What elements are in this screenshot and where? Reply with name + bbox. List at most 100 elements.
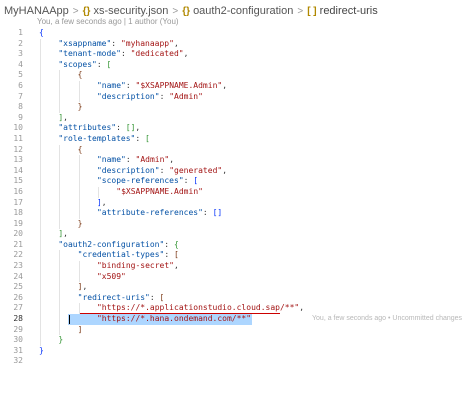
code-text[interactable]: "tenant-mode": "dedicated", (39, 49, 188, 60)
code-text[interactable]: } (39, 102, 83, 113)
line-number: 21 (13, 239, 23, 249)
code-line[interactable]: 29 ] (0, 324, 474, 336)
code-text[interactable]: "scope-references": [ (39, 176, 198, 187)
code-text[interactable]: "https://*.hana.ondemand.com/**" (39, 314, 251, 325)
line-number: 12 (13, 144, 23, 154)
code-line[interactable]: 2 "xsappname": "myhanaapp", (0, 38, 474, 50)
code-text[interactable]: ], (39, 198, 107, 209)
code-line[interactable]: 9 ], (0, 112, 474, 124)
line-number: 24 (13, 271, 23, 281)
line-number: 23 (13, 261, 23, 271)
code-line[interactable]: 23 "binding-secret", (0, 261, 474, 272)
line-number: 10 (13, 123, 23, 133)
code-line[interactable]: 26 "redirect-uris": [ (0, 292, 474, 304)
code-editor[interactable]: 1{2 "xsappname": "myhanaapp", 3 "tenant-m… (0, 28, 474, 367)
code-text[interactable]: "xsappname": "myhanaapp", (39, 39, 178, 50)
line-number: 13 (13, 155, 23, 165)
code-text[interactable]: "x509" (39, 272, 126, 283)
code-line[interactable]: 12 { (0, 144, 474, 156)
code-text[interactable]: { (39, 145, 83, 156)
line-number: 32 (13, 356, 23, 366)
breadcrumb-item-redirect-uris[interactable]: redirect-uris (320, 5, 378, 17)
line-number: 3 (18, 49, 23, 59)
code-text[interactable]: { (39, 28, 44, 39)
code-text[interactable]: "attribute-references": [] (39, 208, 222, 219)
code-line[interactable]: 8 } (0, 102, 474, 113)
code-text[interactable]: "scopes": [ (39, 60, 111, 71)
line-number: 8 (18, 102, 23, 112)
line-number: 1 (18, 28, 23, 37)
code-text[interactable]: ], (39, 113, 68, 124)
code-text[interactable]: ], (39, 229, 68, 240)
code-text[interactable]: ] (39, 325, 83, 336)
code-line[interactable]: 14 "description": "generated", (0, 165, 474, 177)
line-number: 25 (13, 282, 23, 292)
blame-header[interactable]: You, a few seconds ago | 1 author (You) (37, 17, 179, 26)
code-line[interactable]: 6 "name": "$XSAPPNAME.Admin", (0, 80, 474, 92)
line-number: 30 (13, 335, 23, 345)
code-text[interactable]: "description": "generated", (39, 166, 227, 177)
code-line[interactable]: 5 { (0, 70, 474, 81)
code-line[interactable]: 28 "https://*.hana.ondemand.com/**" You, … (0, 314, 474, 325)
line-number: 16 (13, 186, 23, 196)
line-number: 22 (13, 250, 23, 260)
code-line[interactable]: 21 "oauth2-configuration": { (0, 239, 474, 251)
line-number: 28 (13, 314, 23, 324)
code-text[interactable]: "oauth2-configuration": { (39, 240, 178, 251)
code-text[interactable]: "name": "$XSAPPNAME.Admin", (39, 81, 227, 92)
code-line[interactable]: 25 ], (0, 282, 474, 293)
line-number: 11 (13, 133, 23, 143)
code-text[interactable]: "redirect-uris": [ (39, 293, 165, 304)
code-line[interactable]: 31} (0, 346, 474, 357)
line-number: 2 (18, 38, 23, 48)
code-line[interactable]: 20 ], (0, 229, 474, 240)
code-line[interactable]: 7 "description": "Admin" (0, 91, 474, 103)
braces-icon: {} (82, 5, 91, 17)
line-number: 14 (13, 165, 23, 175)
code-text[interactable]: "attributes": [], (39, 123, 140, 134)
code-line[interactable]: 16 "$XSAPPNAME.Admin" (0, 186, 474, 198)
breadcrumb-item-file[interactable]: xs-security.json (93, 5, 168, 17)
breadcrumb-item-project[interactable]: MyHANAApp (4, 5, 69, 17)
code-line[interactable]: 32 (0, 356, 474, 367)
line-number: 15 (13, 176, 23, 186)
code-line[interactable]: 17 ], (0, 197, 474, 209)
line-number: 4 (18, 59, 23, 69)
code-line[interactable]: 18 "attribute-references": [] (0, 208, 474, 219)
code-text[interactable]: "binding-secret", (39, 261, 179, 272)
line-number: 9 (18, 112, 23, 122)
line-number: 7 (18, 91, 23, 101)
line-number: 29 (13, 324, 23, 334)
inline-blame: You, a few seconds ago • Uncommitted cha… (312, 315, 463, 323)
code-text[interactable]: "credential-types": [ (39, 250, 179, 261)
code-text[interactable]: } (39, 346, 44, 357)
code-text[interactable]: "$XSAPPNAME.Admin" (39, 187, 203, 198)
line-number: 6 (18, 80, 23, 90)
line-number: 19 (13, 218, 23, 228)
code-line[interactable]: 30 } (0, 335, 474, 346)
code-line[interactable]: 27 "https://*.applicationstudio.cloud.sa… (0, 303, 474, 315)
code-text[interactable]: "description": "Admin" (39, 92, 203, 103)
code-line[interactable]: 11 "role-templates": [ (0, 133, 474, 145)
code-line[interactable]: 13 "name": "Admin", (0, 155, 474, 166)
code-text[interactable]: } (39, 335, 63, 346)
code-text[interactable]: "name": "Admin", (39, 155, 174, 166)
line-number: 27 (13, 303, 23, 313)
line-number: 18 (13, 208, 23, 218)
line-number: 26 (13, 292, 23, 302)
code-line[interactable]: 10 "attributes": [], (0, 123, 474, 134)
code-text[interactable]: ], (39, 282, 88, 293)
code-text[interactable]: { (39, 70, 83, 81)
code-line[interactable]: 1{ (0, 28, 474, 39)
code-line[interactable]: 22 "credential-types": [ (0, 250, 474, 262)
line-number: 5 (18, 70, 23, 80)
breadcrumb-item-oauth2[interactable]: oauth2-configuration (193, 5, 293, 17)
code-line[interactable]: 4 "scopes": [ (0, 59, 474, 71)
code-text[interactable]: } (39, 219, 83, 230)
code-line[interactable]: 15 "scope-references": [ (0, 176, 474, 187)
code-text[interactable]: "role-templates": [ (39, 134, 150, 145)
code-line[interactable]: 3 "tenant-mode": "dedicated", (0, 49, 474, 60)
code-line[interactable]: 24 "x509" (0, 271, 474, 283)
code-line[interactable]: 19 } (0, 218, 474, 230)
braces-icon: {} (182, 5, 191, 17)
